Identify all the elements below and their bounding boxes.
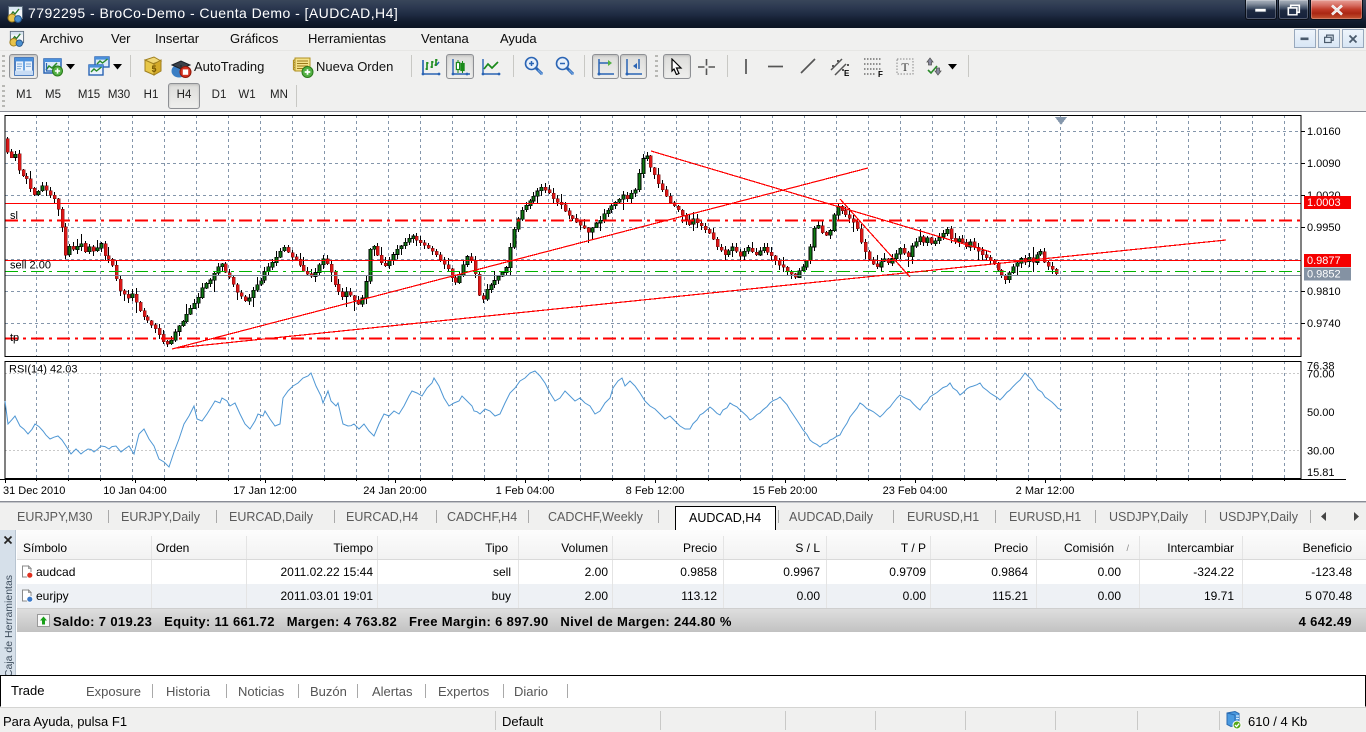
svg-text:1.0003: 1.0003 [1307,197,1341,209]
svg-text:70.00: 70.00 [1307,369,1335,381]
svg-text:1.0090: 1.0090 [1307,158,1341,170]
svg-text:E: E [844,69,850,78]
svg-text:RSI(14) 42.03: RSI(14) 42.03 [9,364,77,376]
svg-text:F: F [878,70,883,78]
svg-text:sl: sl [10,210,18,222]
svg-text:T: T [901,60,909,74]
svg-text:50.00: 50.00 [1307,407,1335,419]
svg-text:10 Jan 04:00: 10 Jan 04:00 [103,485,167,497]
svg-text:8 Feb 12:00: 8 Feb 12:00 [626,485,685,497]
svg-text:30.00: 30.00 [1307,446,1335,458]
svg-text:15.81: 15.81 [1307,467,1335,479]
svg-text:sell 2.00: sell 2.00 [10,260,51,272]
svg-text:24 Jan 20:00: 24 Jan 20:00 [363,485,427,497]
svg-text:0.9740: 0.9740 [1307,318,1341,330]
svg-text:0.9852: 0.9852 [1307,269,1341,281]
svg-text:1.0160: 1.0160 [1307,126,1341,138]
svg-text:0.9950: 0.9950 [1307,222,1341,234]
svg-text:tp: tp [10,332,19,344]
svg-text:31 Dec 2010: 31 Dec 2010 [3,485,65,497]
svg-text:1 Feb 04:00: 1 Feb 04:00 [496,485,555,497]
svg-text:0.9877: 0.9877 [1307,255,1341,267]
svg-text:15 Feb 20:00: 15 Feb 20:00 [753,485,818,497]
svg-text:17 Jan 12:00: 17 Jan 12:00 [233,485,297,497]
svg-text:0.9810: 0.9810 [1307,286,1341,298]
svg-text:5: 5 [151,64,156,74]
svg-text:23 Feb 04:00: 23 Feb 04:00 [883,485,948,497]
svg-text:2 Mar 12:00: 2 Mar 12:00 [1016,485,1075,497]
